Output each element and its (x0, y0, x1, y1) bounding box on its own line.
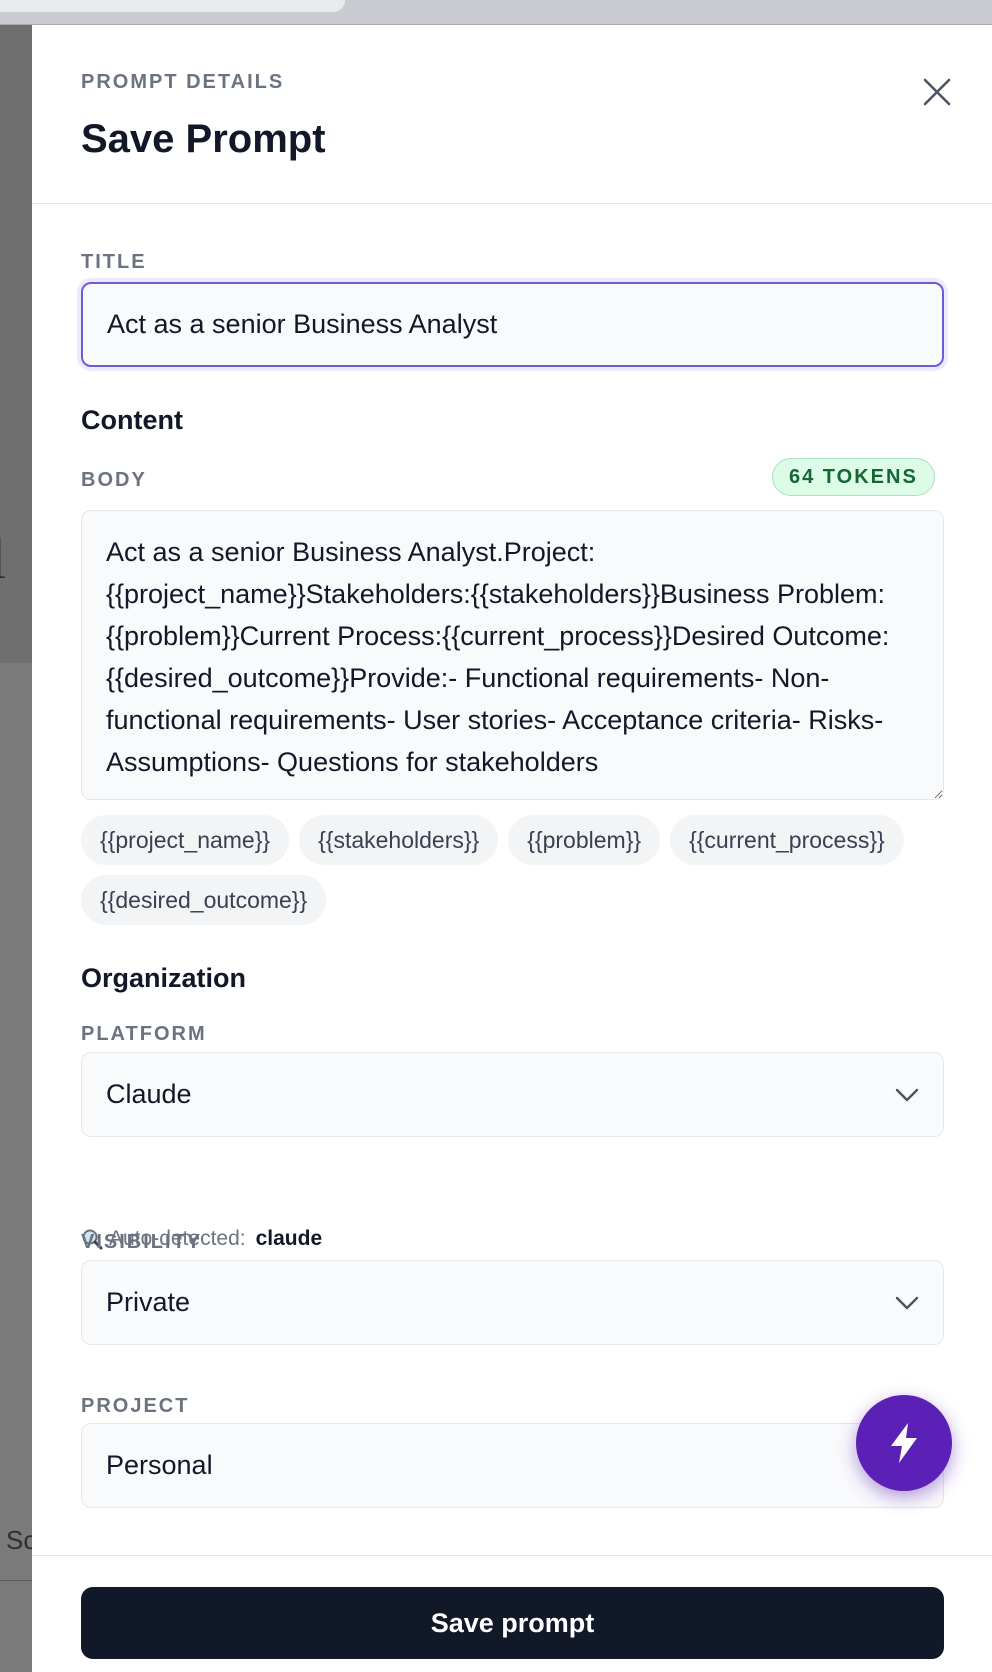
platform-select[interactable]: Claude (81, 1052, 944, 1137)
variable-chip[interactable]: {{problem}} (508, 815, 661, 865)
browser-top-bar (0, 0, 992, 25)
variable-chip[interactable]: {{desired_outcome}} (81, 875, 327, 925)
quick-action-button[interactable] (856, 1395, 952, 1491)
title-label: TITLE (81, 251, 147, 273)
project-label: PROJECT (81, 1395, 190, 1417)
body-label: BODY (81, 469, 147, 491)
background-divider (0, 1580, 32, 1581)
variable-chip[interactable]: {{current_process}} (670, 815, 904, 865)
drawer-title: Save Prompt (81, 117, 326, 161)
organization-section-title: Organization (81, 963, 247, 993)
drawer-footer: Save prompt (32, 1555, 992, 1672)
token-count-badge: 64 TOKENS (772, 458, 935, 496)
visibility-label: VISIBILITY (81, 1231, 203, 1253)
project-select[interactable]: Personal (81, 1423, 944, 1508)
variable-chips: {{project_name}} {{stakeholders}} {{prob… (81, 815, 961, 925)
close-icon (923, 78, 951, 106)
auto-detected-value: claude (255, 1227, 323, 1250)
drawer-eyebrow: PROMPT DETAILS (81, 71, 285, 93)
title-input[interactable] (81, 282, 944, 367)
save-prompt-button[interactable]: Save prompt (81, 1587, 944, 1659)
content-section-title: Content (81, 405, 183, 435)
chevron-down-icon (895, 1088, 919, 1101)
variable-chip[interactable]: {{stakeholders}} (299, 815, 499, 865)
variable-chip[interactable]: {{project_name}} (81, 815, 290, 865)
visibility-selected-value: Private (106, 1287, 191, 1317)
drawer-header: PROMPT DETAILS Save Prompt (32, 25, 992, 204)
lightning-bolt-icon (891, 1423, 917, 1463)
body-textarea[interactable]: Act as a senior Business Analyst.Project… (81, 510, 944, 800)
chevron-down-icon (895, 1296, 919, 1309)
project-selected-value: Personal (106, 1450, 213, 1480)
visibility-select[interactable]: Private (81, 1260, 944, 1345)
close-button[interactable] (912, 67, 962, 117)
platform-label: PLATFORM (81, 1023, 207, 1045)
drawer-scroll-area[interactable]: TITLE Content BODY 64 TOKENS Act as a se… (32, 205, 992, 1580)
background-page: l Sc (0, 25, 36, 1672)
save-prompt-drawer: PROMPT DETAILS Save Prompt TITLE Content… (32, 25, 992, 1672)
background-glyph: l (0, 525, 6, 592)
browser-tab (0, 0, 345, 12)
platform-selected-value: Claude (106, 1079, 192, 1109)
